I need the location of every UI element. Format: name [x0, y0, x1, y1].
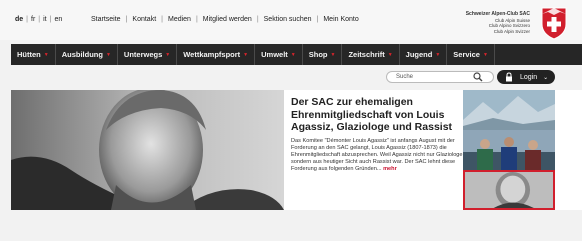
chevron-down-icon: ⌄ [543, 74, 549, 81]
utility-nav: Startseite | Kontakt | Medien | Mitglied… [91, 16, 359, 23]
top-bar: de | fr | it | en Startseite | Kontakt |… [0, 0, 582, 40]
language-switcher: de | fr | it | en [15, 16, 62, 23]
search-icon[interactable] [473, 72, 483, 82]
nav-item-unterwegs[interactable]: Unterwegs ▼ [118, 44, 178, 65]
agassiz-portrait-image[interactable] [11, 90, 284, 210]
chevron-down-icon: ▼ [482, 51, 488, 58]
nav-label: Jugend [405, 50, 433, 59]
lock-icon [506, 72, 512, 82]
brand-line: Club Alpin Svizzer [493, 28, 530, 34]
nav-label: Zeitschrift [348, 50, 385, 59]
article-body: Das Komitee "Démonter Louis Agassiz" ist… [291, 138, 466, 173]
chevron-down-icon: ▼ [43, 51, 49, 58]
nav-label: Ausbildung [61, 50, 103, 59]
chevron-down-icon: ▼ [435, 51, 441, 58]
login-button[interactable]: Login ⌄ [497, 70, 555, 84]
separator: | [161, 16, 163, 23]
link-startseite[interactable]: Startseite [91, 16, 121, 23]
nav-label: Hütten [17, 50, 41, 59]
teaser-thumbnails [463, 90, 555, 210]
separator: | [26, 16, 28, 23]
read-more-link[interactable]: mehr [383, 166, 397, 172]
nav-item-zeitschrift[interactable]: Zeitschrift ▼ [342, 44, 400, 65]
nav-item-ausbildung[interactable]: Ausbildung ▼ [56, 44, 118, 65]
chevron-down-icon: ▼ [243, 51, 249, 58]
lang-de[interactable]: de [15, 16, 23, 23]
article-teaser: Der SAC zur ehemaligen Ehrenmitgliedscha… [291, 96, 466, 173]
thumbnail-group-photo[interactable] [463, 130, 555, 170]
nav-item-service[interactable]: Service ▼ [447, 44, 495, 65]
separator: | [316, 16, 319, 23]
nav-item-wettkampfsport[interactable]: Wettkampfsport ▼ [177, 44, 256, 65]
article-title[interactable]: Der SAC zur ehemaligen Ehrenmitgliedscha… [291, 96, 466, 134]
nav-item-huetten[interactable]: Hütten ▼ [11, 44, 56, 65]
swiss-cross-logo[interactable] [537, 6, 571, 40]
chevron-down-icon: ▼ [330, 51, 336, 58]
login-label: Login [520, 73, 538, 81]
link-kontakt[interactable]: Kontakt [132, 16, 156, 23]
lang-en[interactable]: en [54, 16, 62, 23]
link-medien[interactable]: Medien [168, 16, 191, 23]
chevron-down-icon: ▼ [165, 51, 171, 58]
chevron-down-icon: ▼ [290, 51, 296, 58]
separator: | [195, 16, 198, 23]
nav-item-jugend[interactable]: Jugend ▼ [400, 44, 448, 65]
hero-right-edge [556, 90, 582, 210]
nav-label: Service [453, 50, 480, 59]
nav-label: Wettkampfsport [183, 50, 241, 59]
link-sektion-suchen[interactable]: Sektion suchen [264, 16, 312, 23]
nav-label: Unterwegs [123, 50, 163, 59]
chevron-down-icon: ▼ [105, 51, 111, 58]
link-mein-konto[interactable]: Mein Konto [323, 16, 358, 23]
separator: | [125, 16, 128, 23]
lang-fr[interactable]: fr [31, 16, 35, 23]
article-text: Das Komitee "Démonter Louis Agassiz" ist… [291, 137, 465, 172]
lang-it[interactable]: it [43, 16, 47, 23]
brand-title: Schweizer Alpen-Club SAC [465, 11, 530, 17]
nav-item-umwelt[interactable]: Umwelt ▼ [255, 44, 303, 65]
link-mitglied-werden[interactable]: Mitglied werden [203, 16, 252, 23]
separator: | [49, 16, 52, 23]
main-nav: Hütten ▼ Ausbildung ▼ Unterwegs ▼ Wettkampf… [11, 44, 582, 65]
hero-teaser: Der SAC zur ehemaligen Ehrenmitgliedscha… [11, 90, 582, 210]
thumbnail-agassiz[interactable] [463, 170, 555, 210]
chevron-down-icon: ▼ [387, 51, 393, 58]
nav-label: Shop [308, 50, 328, 59]
brand-text: Schweizer Alpen-Club SAC Club Alpin Suis… [465, 11, 530, 34]
nav-item-shop[interactable]: Shop ▼ [303, 44, 343, 65]
nav-label: Umwelt [261, 50, 288, 59]
separator: | [38, 16, 41, 23]
thumbnail-mountain-landscape[interactable] [463, 90, 555, 130]
separator: | [256, 16, 259, 23]
